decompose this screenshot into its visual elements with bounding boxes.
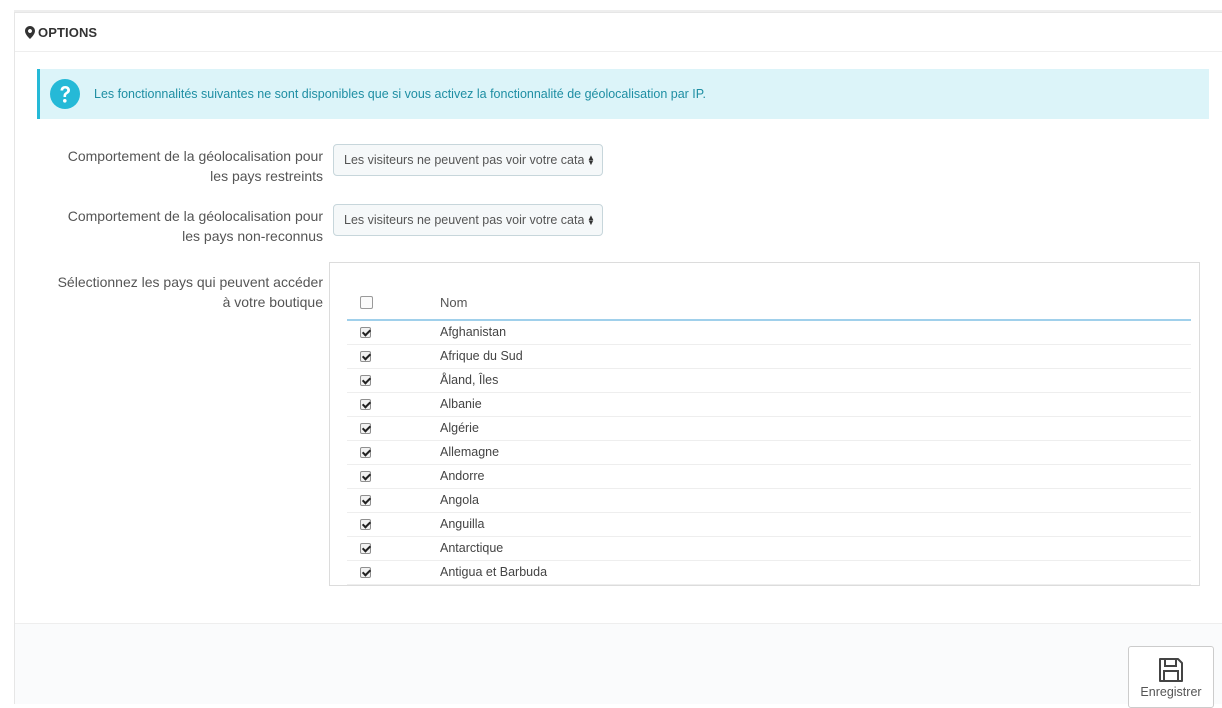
label-line: Comportement de la géolocalisation pour <box>67 208 323 224</box>
country-name: Albanie <box>440 397 482 411</box>
countries-label: Sélectionnez les pays qui peuvent accéde… <box>15 272 323 312</box>
table-row: Afghanistan <box>347 321 1191 345</box>
options-panel: OPTIONS Les fonctionnalités suivantes ne… <box>14 12 1222 708</box>
question-circle-icon <box>50 79 80 109</box>
country-name: Allemagne <box>440 445 500 459</box>
column-header-name: Nom <box>440 295 468 310</box>
table-row: Algérie <box>347 417 1191 441</box>
select-value: Les visiteurs ne peuvent pas voir votre … <box>344 213 584 227</box>
select-arrows-icon: ▲ ▼ <box>587 153 595 167</box>
table-row: Antarctique <box>347 537 1191 561</box>
restricted-behavior-label: Comportement de la géolocalisation pour … <box>15 146 323 186</box>
panel-heading: OPTIONS <box>15 13 1222 52</box>
unrecognized-behavior-label: Comportement de la géolocalisation pour … <box>15 206 323 246</box>
country-name: Afrique du Sud <box>440 349 523 363</box>
country-name: Antarctique <box>440 541 504 555</box>
country-name: Angola <box>440 493 479 507</box>
country-checkbox[interactable] <box>360 471 371 482</box>
label-line: Comportement de la géolocalisation pour <box>67 148 323 164</box>
alert-text: Les fonctionnalités suivantes ne sont di… <box>94 87 706 101</box>
label-line: à votre boutique <box>222 294 323 310</box>
floppy-disk-icon <box>1159 658 1183 682</box>
country-checkbox[interactable] <box>360 327 371 338</box>
country-name: Afghanistan <box>440 325 507 339</box>
country-checkbox[interactable] <box>360 567 371 578</box>
select-arrows-icon: ▲ ▼ <box>587 213 595 227</box>
country-checkbox[interactable] <box>360 447 371 458</box>
label-line: Sélectionnez les pays qui peuvent accéde… <box>57 274 323 290</box>
country-name: Åland, Îles <box>440 373 499 387</box>
country-checkbox[interactable] <box>360 495 371 506</box>
table-row: Allemagne <box>347 441 1191 465</box>
panel-footer: Enregistrer <box>15 623 1222 708</box>
country-name: Anguilla <box>440 517 485 531</box>
info-alert: Les fonctionnalités suivantes ne sont di… <box>37 69 1209 119</box>
label-line: les pays restreints <box>210 168 323 184</box>
label-line: les pays non-reconnus <box>182 228 323 244</box>
country-checkbox[interactable] <box>360 543 371 554</box>
save-button-label: Enregistrer <box>1140 685 1202 699</box>
country-checkbox[interactable] <box>360 423 371 434</box>
table-header: Nom <box>347 287 1191 321</box>
panel-title: OPTIONS <box>38 24 98 40</box>
countries-table: Nom Afghanistan Afrique du Sud Åland, Îles… <box>329 262 1200 586</box>
table-row: Afrique du Sud <box>347 345 1191 369</box>
table-row: Antigua et Barbuda <box>347 561 1191 585</box>
country-checkbox[interactable] <box>360 519 371 530</box>
table-row: Anguilla <box>347 513 1191 537</box>
table-body: Afghanistan Afrique du Sud Åland, Îles Alba… <box>347 321 1191 585</box>
restricted-behavior-select[interactable]: Les visiteurs ne peuvent pas voir votre … <box>333 144 603 176</box>
country-name: Algérie <box>440 421 479 435</box>
country-checkbox[interactable] <box>360 351 371 362</box>
country-name: Andorre <box>440 469 485 483</box>
save-button[interactable]: Enregistrer <box>1128 646 1214 708</box>
table-row: Andorre <box>347 465 1191 489</box>
select-value: Les visiteurs ne peuvent pas voir votre … <box>344 153 584 167</box>
country-checkbox[interactable] <box>360 375 371 386</box>
table-row: Angola <box>347 489 1191 513</box>
country-checkbox[interactable] <box>360 399 371 410</box>
select-all-checkbox[interactable] <box>360 296 373 309</box>
table-row: Albanie <box>347 393 1191 417</box>
map-marker-icon <box>25 25 35 39</box>
country-name: Antigua et Barbuda <box>440 565 548 579</box>
table-row: Åland, Îles <box>347 369 1191 393</box>
unrecognized-behavior-select[interactable]: Les visiteurs ne peuvent pas voir votre … <box>333 204 603 236</box>
